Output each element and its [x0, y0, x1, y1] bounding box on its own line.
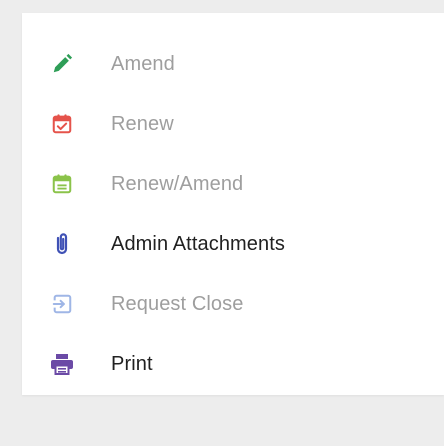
sign-in-icon: [49, 291, 75, 317]
menu-item-print[interactable]: Print: [22, 334, 444, 394]
pencil-icon: [49, 51, 75, 77]
menu-item-label: Print: [111, 353, 153, 375]
actions-panel: Amend Renew Renew/Amend Admin Attachment…: [22, 13, 444, 395]
menu-item-renew[interactable]: Renew: [22, 94, 444, 154]
actions-menu: Amend Renew Renew/Amend Admin Attachment…: [22, 13, 444, 394]
printer-icon: [49, 351, 75, 377]
calendar-check-icon: [49, 111, 75, 137]
menu-item-request-close[interactable]: Request Close: [22, 274, 444, 334]
menu-item-label: Renew/Amend: [111, 173, 244, 195]
menu-item-label: Request Close: [111, 293, 244, 315]
menu-item-label: Renew: [111, 113, 174, 135]
paperclip-icon: [49, 231, 75, 257]
menu-item-admin-attachments[interactable]: Admin Attachments: [22, 214, 444, 274]
menu-item-label: Amend: [111, 53, 175, 75]
calendar-list-icon: [49, 171, 75, 197]
menu-item-amend[interactable]: Amend: [22, 34, 444, 94]
menu-item-renew-amend[interactable]: Renew/Amend: [22, 154, 444, 214]
menu-item-label: Admin Attachments: [111, 233, 286, 255]
